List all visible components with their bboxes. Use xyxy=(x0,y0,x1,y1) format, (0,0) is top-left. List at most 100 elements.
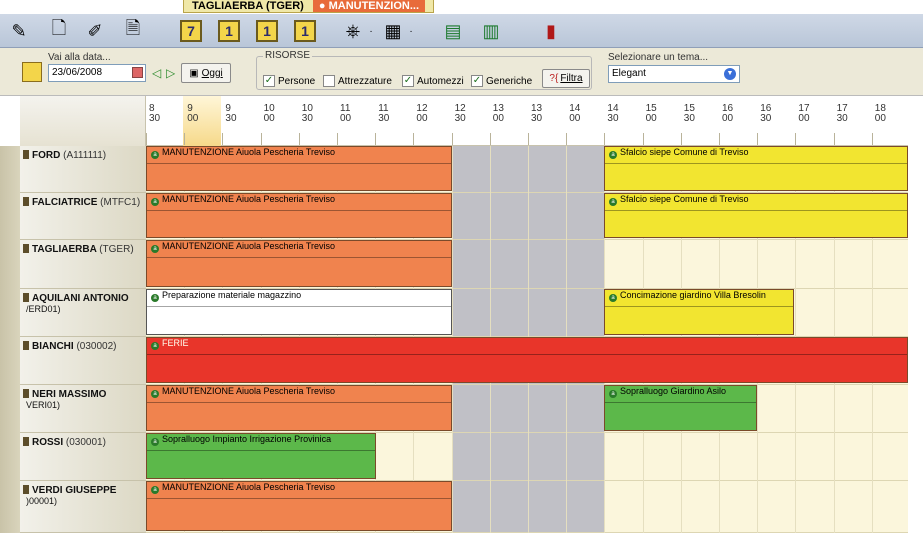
slot-divider xyxy=(489,146,491,193)
view-day-split-icon[interactable]: 1 xyxy=(254,18,280,44)
appointment-divider xyxy=(147,163,451,164)
check-automezzi[interactable]: ✓ Automezzi xyxy=(402,75,464,87)
chevron-down-icon[interactable]: · xyxy=(406,18,416,44)
slot-divider xyxy=(719,481,720,533)
new-icon[interactable]: 🗋 xyxy=(46,18,72,44)
appointment[interactable]: a Sopralluogo Giardino Asilo xyxy=(604,385,757,431)
tick-line xyxy=(413,133,415,145)
slot-divider xyxy=(795,433,797,481)
appointment-title: FERIE xyxy=(162,338,189,348)
time-tick: 8 30 xyxy=(149,103,161,124)
resource-label[interactable]: TAGLIAERBA (TGER) xyxy=(20,240,146,289)
export-excel-icon[interactable]: ▤ xyxy=(440,18,466,44)
appointment[interactable]: a MANUTENZIONE Aiuola Pescheria Treviso xyxy=(146,481,452,531)
appointment-divider xyxy=(147,306,451,307)
time-tick-minutes: 30 xyxy=(454,113,466,124)
checkbox[interactable]: ✓ xyxy=(471,75,483,87)
calendar-icon[interactable] xyxy=(22,62,42,82)
tick-line xyxy=(871,133,873,145)
appointment[interactable]: a MANUTENZIONE Aiuola Pescheria Treviso xyxy=(146,240,452,287)
filter-button[interactable]: ?{Filtra xyxy=(542,69,590,88)
theme-select[interactable]: Elegant ▼ xyxy=(608,65,740,83)
appointment-title: MANUTENZIONE Aiuola Pescheria Treviso xyxy=(162,194,336,204)
resource-row[interactable]: a FERIE xyxy=(146,337,908,385)
chevron-down-icon[interactable]: · xyxy=(366,18,376,44)
tick-line xyxy=(489,133,491,145)
slot-divider xyxy=(528,193,529,240)
appointment[interactable]: a Preparazione materiale magazzino xyxy=(146,289,452,335)
page-icon[interactable]: 🗎 xyxy=(120,18,146,44)
appointment-title: Preparazione materiale magazzino xyxy=(162,290,302,300)
resource-label[interactable]: BIANCHI (030002) xyxy=(20,337,146,385)
appointment[interactable]: a MANUTENZIONE Aiuola Pescheria Treviso xyxy=(146,146,452,191)
appointment-title: Concimazione giardino Villa Bresolin xyxy=(620,290,766,300)
grid-corner xyxy=(20,96,146,146)
resource-row[interactable]: a MANUTENZIONE Aiuola Pescheria Treviso a S… xyxy=(146,385,908,433)
resource-label[interactable]: ROSSI (030001) xyxy=(20,433,146,481)
excel-sheet-icon[interactable]: ▥ xyxy=(478,18,504,44)
checkbox[interactable]: ✓ xyxy=(263,75,275,87)
resource-row[interactable]: a MANUTENZIONE Aiuola Pescheria Treviso xyxy=(146,481,908,533)
appointment[interactable]: a Sfalcio siepe Comune di Treviso xyxy=(604,193,908,238)
checkbox[interactable] xyxy=(323,75,335,87)
resource-row[interactable]: a MANUTENZIONE Aiuola Pescheria Treviso xyxy=(146,240,908,289)
slot-divider xyxy=(795,240,797,289)
check-attrezzature[interactable]: Attrezzature xyxy=(323,75,392,87)
time-tick-minutes: 30 xyxy=(149,113,161,124)
resource-row[interactable]: a Sopralluogo Impianto Irrigazione Provin… xyxy=(146,433,908,481)
grid-view-icon[interactable]: ▦ xyxy=(380,18,406,44)
resource-label[interactable]: FORD (A111111) xyxy=(20,146,146,193)
resource-row[interactable]: a MANUTENZIONE Aiuola Pescheria Treviso a S… xyxy=(146,193,908,240)
checkbox[interactable]: ✓ xyxy=(402,75,414,87)
view-week-icon[interactable]: 7 xyxy=(178,18,204,44)
appointment[interactable]: a Sfalcio siepe Comune di Treviso xyxy=(604,146,908,191)
time-tick: 15 30 xyxy=(683,103,695,124)
top-strip xyxy=(0,0,923,14)
appointment-status-icon: a xyxy=(151,294,159,302)
edit-icon[interactable]: ✐ xyxy=(82,18,108,44)
network-icon[interactable]: ⎈ xyxy=(340,18,366,44)
resource-label[interactable]: NERI MASSIMO VERI01) xyxy=(20,385,146,433)
check-generiche[interactable]: ✓ Generiche xyxy=(471,75,532,87)
right-margin xyxy=(908,96,923,533)
chevron-down-icon[interactable]: ▼ xyxy=(724,68,736,80)
time-tick-minutes: 00 xyxy=(645,113,657,124)
resource-label[interactable]: AQUILANI ANTONIO /ERD01) xyxy=(20,289,146,337)
appointment-status-icon: a xyxy=(151,390,159,398)
time-tick-minutes: 00 xyxy=(263,113,275,124)
appointment-divider xyxy=(147,257,451,258)
check-label: Generiche xyxy=(486,75,533,87)
time-tick: 14 00 xyxy=(569,103,581,124)
resource-row[interactable]: a MANUTENZIONE Aiuola Pescheria Treviso a S… xyxy=(146,146,908,193)
resource-label[interactable]: FALCIATRICE (MTFC1) xyxy=(20,193,146,240)
view-day-list-icon[interactable]: 1 xyxy=(292,18,318,44)
slot-divider xyxy=(489,433,491,481)
prev-day-icon[interactable]: ◁ xyxy=(152,66,161,80)
check-label: Persone xyxy=(278,75,316,87)
appointment[interactable]: a MANUTENZIONE Aiuola Pescheria Treviso xyxy=(146,385,452,431)
slot-divider xyxy=(680,240,682,289)
next-day-icon[interactable]: ▷ xyxy=(166,66,175,80)
resource-code: (MTFC1) xyxy=(100,197,141,208)
check-persone[interactable]: ✓ Persone xyxy=(263,75,315,87)
view-day-icon[interactable]: 1 xyxy=(216,18,242,44)
resource-row[interactable]: a Preparazione materiale magazzino a Concim… xyxy=(146,289,908,337)
resource-label[interactable]: VERDI GIUSEPPE )00001) xyxy=(20,481,146,533)
today-button[interactable]: ▣ Oggi xyxy=(181,63,231,83)
appointment[interactable]: a Sopralluogo Impianto Irrigazione Provin… xyxy=(146,433,376,479)
time-tick-minutes: 30 xyxy=(760,113,772,124)
time-tick-minutes: 00 xyxy=(340,113,352,124)
filter-icon: ?{ xyxy=(549,73,559,84)
resource-code: )00001) xyxy=(26,496,58,506)
slot-divider xyxy=(528,240,529,289)
notepad-icon[interactable]: ✎ xyxy=(6,18,32,44)
appointment[interactable]: a FERIE xyxy=(146,337,908,383)
date-picker-icon[interactable] xyxy=(132,67,143,78)
appointment[interactable]: a Concimazione giardino Villa Bresolin xyxy=(604,289,794,335)
exit-door-icon[interactable]: ▮ xyxy=(538,18,564,44)
resource-code: (A111111) xyxy=(63,150,107,161)
resource-code: (030002) xyxy=(76,341,117,352)
slot-divider xyxy=(719,433,720,481)
appointment[interactable]: a MANUTENZIONE Aiuola Pescheria Treviso xyxy=(146,193,452,238)
resource-icon xyxy=(23,150,29,159)
